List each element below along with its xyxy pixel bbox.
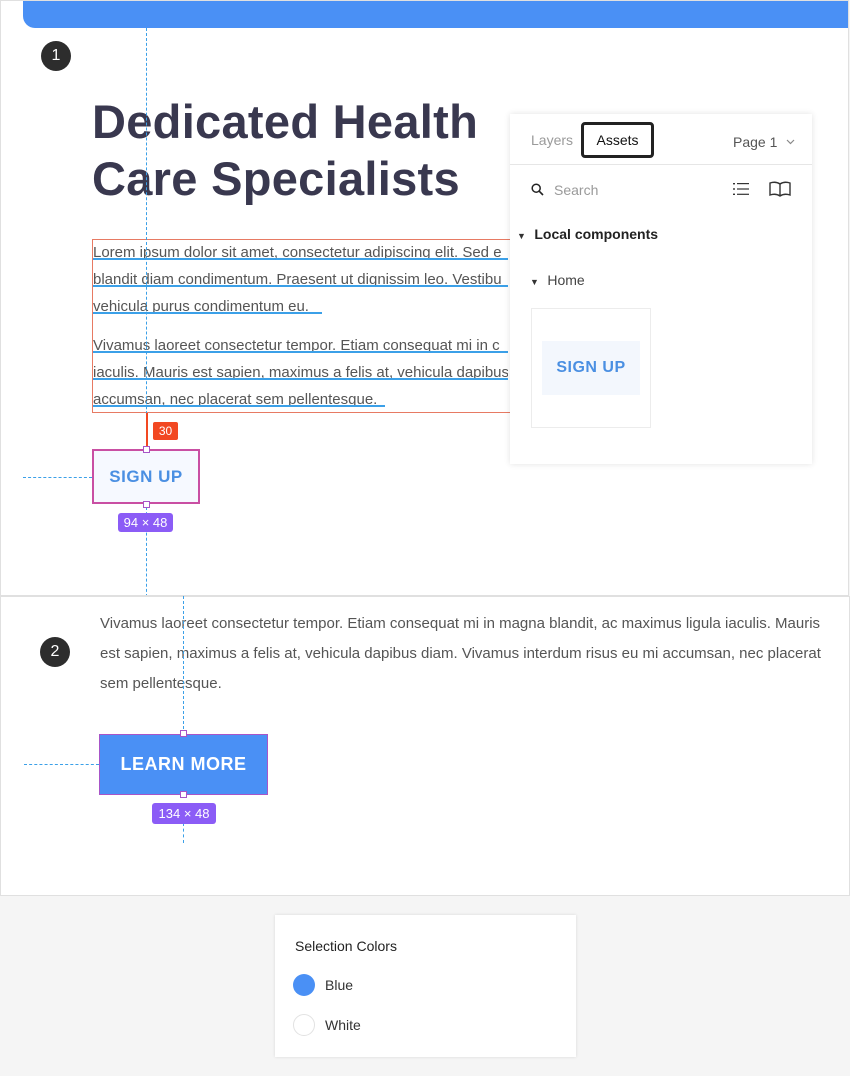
vertical-guide: [183, 596, 184, 734]
canvas-frame-1: 1 Dedicated Health Care Specialists Lore…: [0, 0, 849, 596]
hero-headline[interactable]: Dedicated Health Care Specialists: [92, 93, 522, 207]
library-book-icon[interactable]: [769, 181, 791, 202]
top-bar: [23, 1, 848, 28]
selection-colors-title: Selection Colors: [295, 938, 397, 954]
local-components-label: Local components: [534, 226, 659, 242]
component-preview-signup: SIGN UP: [542, 341, 640, 395]
color-item-blue[interactable]: Blue: [293, 974, 353, 996]
panel-tabs: Layers Assets Page 1: [510, 114, 812, 165]
signup-button[interactable]: SIGN UP: [92, 449, 200, 504]
color-item-white[interactable]: White: [293, 1014, 361, 1036]
headline-line-2: Care Specialists: [92, 152, 460, 205]
resize-handle[interactable]: [180, 791, 187, 798]
resize-handle[interactable]: [143, 501, 150, 508]
horizontal-guide: [24, 764, 99, 765]
chevron-down-icon: [786, 132, 795, 148]
resize-handle[interactable]: [143, 446, 150, 453]
horizontal-guide: [23, 477, 92, 478]
home-group-label: Home: [547, 272, 585, 288]
dimension-tag: 134 × 48: [152, 803, 216, 824]
selection-colors-panel: Selection Colors Blue White: [275, 915, 576, 1057]
vertical-guide: [146, 28, 147, 449]
assets-panel: Layers Assets Page 1 Search ▼ Local comp…: [510, 114, 812, 464]
spacing-badge: 30: [153, 422, 178, 440]
search-input[interactable]: Search: [554, 182, 598, 198]
list-view-icon[interactable]: [733, 182, 749, 201]
color-label: White: [325, 1017, 361, 1033]
step-badge-2: 2: [40, 637, 70, 667]
vertical-guide: [183, 823, 184, 843]
color-swatch[interactable]: [293, 1014, 315, 1036]
tab-assets[interactable]: Assets: [581, 122, 654, 158]
search-icon: [531, 183, 544, 201]
home-group-header[interactable]: ▼ Home: [530, 272, 585, 290]
spacing-line: [146, 413, 148, 449]
tab-layers[interactable]: Layers: [531, 132, 573, 148]
color-label: Blue: [325, 977, 354, 993]
page-selector[interactable]: Page 1: [733, 132, 795, 150]
caret-down-icon: ▼: [530, 277, 539, 287]
dimension-tag: 94 × 48: [118, 513, 173, 532]
resize-handle[interactable]: [180, 730, 187, 737]
color-swatch[interactable]: [293, 974, 315, 996]
learn-more-button[interactable]: LEARN MORE: [99, 734, 268, 795]
page-selector-label: Page 1: [733, 134, 778, 150]
headline-line-1: Dedicated Health: [92, 95, 479, 148]
component-thumbnail[interactable]: SIGN UP: [531, 308, 651, 428]
search-row: Search: [510, 165, 812, 213]
section2-paragraph[interactable]: Vivamus laoreet consectetur tempor. Etia…: [100, 609, 840, 699]
step-badge-1: 1: [41, 41, 71, 71]
caret-down-icon: ▼: [517, 231, 526, 241]
text-selection-box: [92, 239, 513, 413]
local-components-header[interactable]: ▼ Local components: [517, 226, 658, 244]
